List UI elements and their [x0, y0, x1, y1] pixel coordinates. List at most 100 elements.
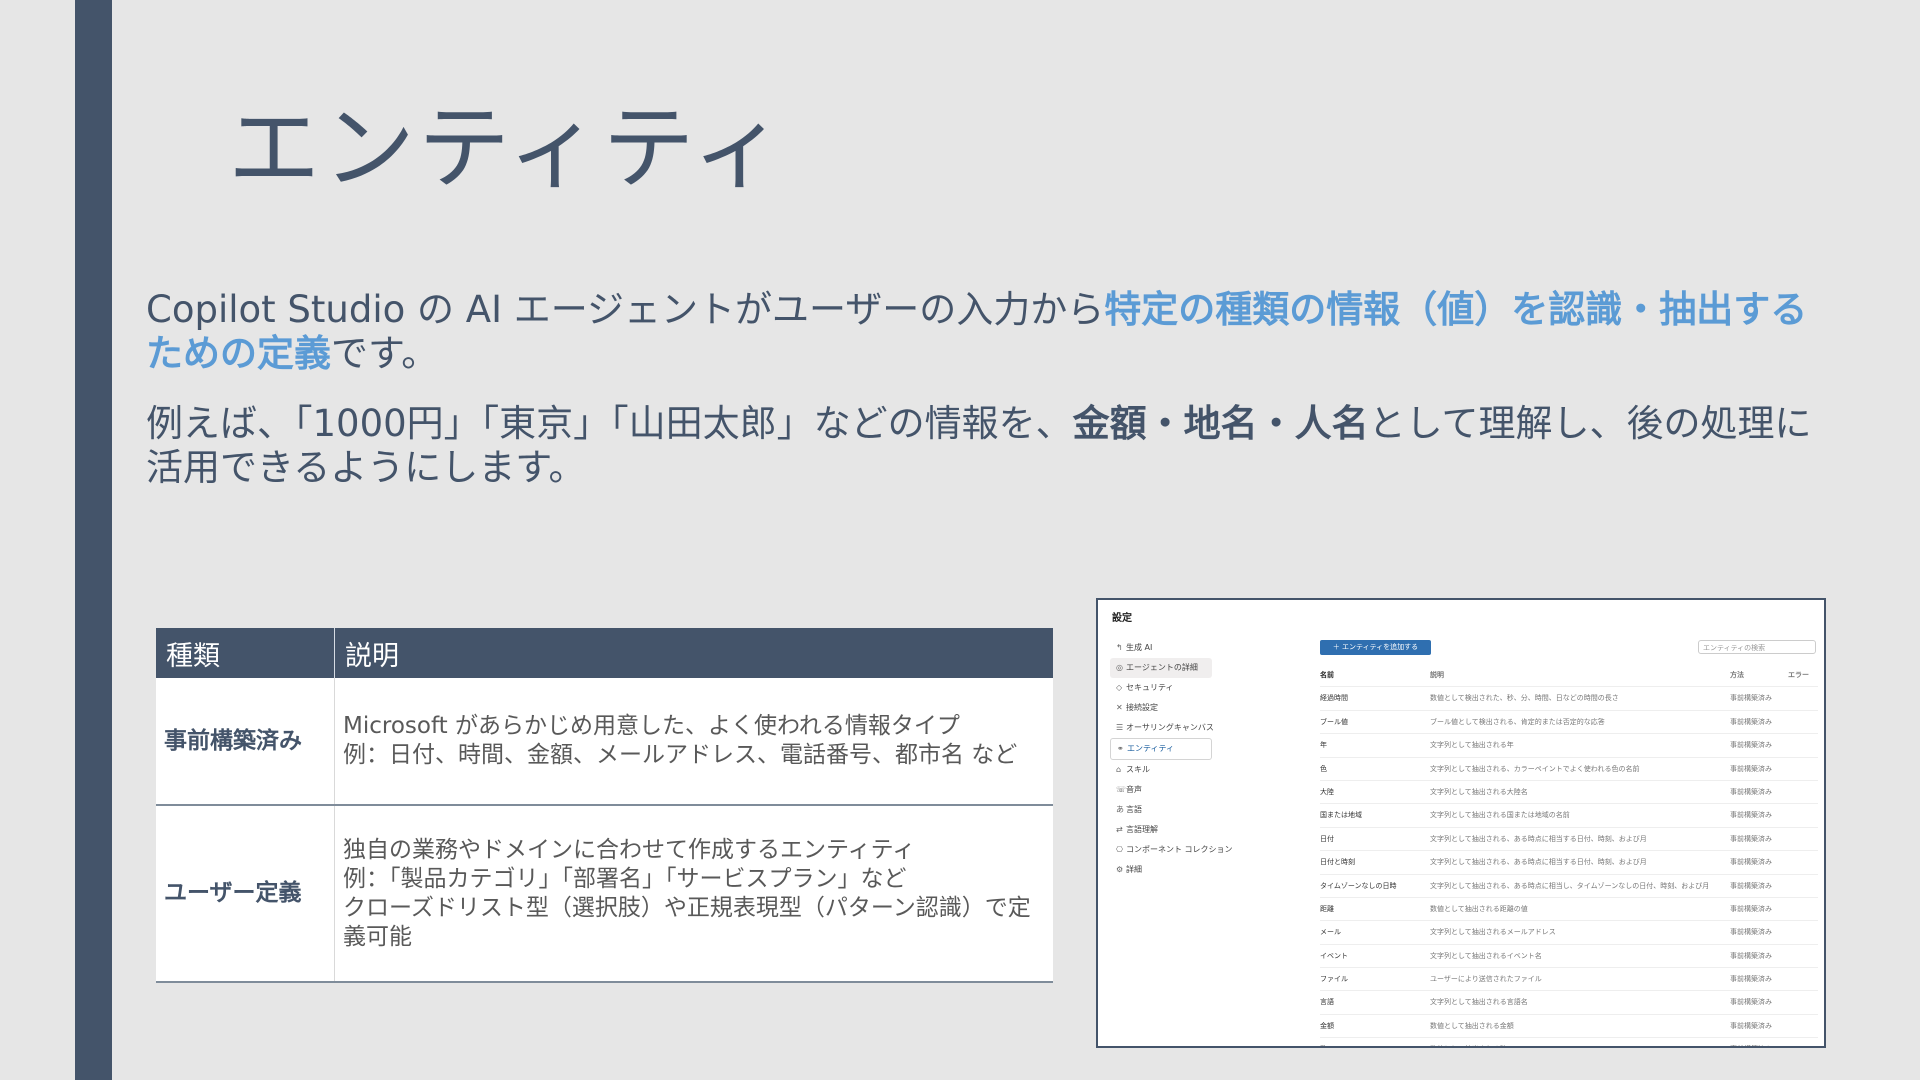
- nav-item[interactable]: ⌂ スキル: [1110, 760, 1212, 780]
- grid-cell: [1788, 898, 1818, 920]
- list-icon: ☰: [1116, 723, 1124, 732]
- grid-cell: 年: [1320, 741, 1327, 750]
- component-icon: ⎔: [1116, 845, 1123, 854]
- shield-icon: ◇: [1116, 683, 1123, 692]
- nav-item[interactable]: ⎔ コンポーネント コレクション: [1110, 840, 1233, 860]
- grid-cell: 文字列として抽出されるイベント名: [1430, 951, 1542, 960]
- grid-cell: 数: [1320, 1038, 1430, 1046]
- grid-header-row: 名前 説明 方法 エラー: [1320, 664, 1818, 688]
- table-header-row: 種類 説明: [156, 628, 1053, 678]
- translate-icon: ⇄: [1116, 825, 1123, 834]
- language-icon: あ: [1116, 805, 1124, 814]
- grid-cell: 大陸: [1320, 787, 1334, 796]
- nav-item[interactable]: ◎ エージェントの詳細: [1110, 658, 1212, 678]
- grid-cell: 事前構築済み: [1730, 858, 1772, 867]
- grid-cell: 文字列として抽出される、カラーペイントでよく使われる色の名前: [1430, 764, 1640, 773]
- grid-cell: [1788, 828, 1818, 850]
- nav-item[interactable]: ☰ オーサリングキャンバス: [1110, 718, 1214, 738]
- grid-row[interactable]: 日付と時刻 文字列として抽出される、ある時点に相当する日付、時刻、および月 事前構築…: [1320, 851, 1818, 875]
- row-description: 独自の業務やドメインに合わせて作成するエンティティ 例：「製品カテゴリ」「部署名…: [334, 805, 1053, 983]
- settings-nav: ↰ 生成 AI ◎ エージェントの詳細 ◇ セキュリティ ✕ 接続設定 ☰ オーサリングキャンバス…: [1110, 638, 1233, 880]
- grid-cell: 事前構築済み: [1730, 834, 1772, 843]
- grid-column-header: 説明: [1430, 671, 1444, 679]
- grid-cell: 事前構築済み: [1730, 1038, 1788, 1046]
- grid-cell: 事前構築済み: [1730, 975, 1772, 984]
- grid-cell: 事前構築済み: [1730, 928, 1772, 937]
- connection-icon: ✕: [1116, 703, 1123, 712]
- entity-types-table: 種類 説明 事前構築済み Microsoft があらかじめ用意した、よく使われる…: [156, 628, 1053, 983]
- grid-row[interactable]: 日付 文字列として抽出される、ある時点に相当する日付、時刻、および月 事前構築済み: [1320, 828, 1818, 852]
- nav-item-label: オーサリングキャンバス: [1126, 723, 1214, 732]
- grid-cell: 距離: [1320, 904, 1334, 913]
- grid-row[interactable]: 距離 数値として抽出される距離の値 事前構築済み: [1320, 898, 1818, 922]
- grid-cell: 数値として抽出される金額: [1430, 1021, 1514, 1030]
- grid-row[interactable]: 年 文字列として抽出される年 事前構築済み: [1320, 734, 1818, 758]
- grid-cell: 数値として抽出される数: [1430, 1038, 1730, 1046]
- grid-cell: 文字列として抽出される、ある時点に相当し、タイムゾーンなしの日付、時刻、および月: [1430, 881, 1710, 890]
- grid-cell: 事前構築済み: [1730, 694, 1772, 703]
- grid-cell: [1788, 687, 1818, 709]
- grid-row[interactable]: ファイル ユーザーにより送信されたファイル 事前構築済み: [1320, 968, 1818, 992]
- nav-item[interactable]: ⚭ エンティティ: [1110, 738, 1212, 760]
- grid-row[interactable]: 経過時間 数値として検出された、秒、分、時間、日などの時間の長さ 事前構築済み: [1320, 687, 1818, 711]
- entity-icon: ⚭: [1117, 744, 1124, 753]
- nav-item[interactable]: ⇄ 言語理解: [1110, 820, 1212, 840]
- grid-cell: 事前構築済み: [1730, 741, 1772, 750]
- grid-cell: 文字列として抽出される年: [1430, 741, 1514, 750]
- grid-row[interactable]: 色 文字列として抽出される、カラーペイントでよく使われる色の名前 事前構築済み: [1320, 758, 1818, 781]
- row-type-prebuilt: 事前構築済み: [156, 678, 335, 806]
- grid-row[interactable]: 言語 文字列として抽出される言語名 事前構築済み: [1320, 991, 1818, 1015]
- definition-paragraph: Copilot Studio の AI エージェントがユーザーの入力から特定の種…: [146, 288, 1826, 376]
- grid-row[interactable]: イベント 文字列として抽出されるイベント名 事前構築済み: [1320, 945, 1818, 969]
- grid-cell: 数値として抽出される距離の値: [1430, 904, 1528, 913]
- nav-item[interactable]: ⚙ 詳細: [1110, 860, 1212, 880]
- grid-cell: ブール値: [1320, 717, 1348, 726]
- grid-cell: [1788, 781, 1818, 803]
- grid-cell: [1788, 921, 1818, 943]
- description-line: クローズドリスト型（選択肢）や正規表現型（パターン認識）で定義可能: [343, 894, 1031, 950]
- grid-cell: ファイル: [1320, 975, 1348, 984]
- grid-cell: 文字列として抽出される国または地域の名前: [1430, 811, 1570, 820]
- nav-item[interactable]: ↰ 生成 AI: [1110, 638, 1212, 658]
- definition-suffix: です。: [331, 332, 439, 375]
- grid-cell: 色: [1320, 764, 1327, 773]
- nav-item-label: 生成 AI: [1126, 643, 1153, 652]
- grid-cell: 事前構築済み: [1730, 904, 1772, 913]
- row-type-custom: ユーザー定義: [156, 805, 335, 983]
- grid-row[interactable]: ブール値 ブール値として検出される、肯定的または否定的な応答 事前構築済み: [1320, 711, 1818, 735]
- grid-cell: 事前構築済み: [1730, 951, 1772, 960]
- nav-item[interactable]: ✕ 接続設定: [1110, 698, 1212, 718]
- grid-row[interactable]: 金額 数値として抽出される金額 事前構築済み: [1320, 1015, 1818, 1039]
- add-entity-button[interactable]: ＋ エンティティを追加する: [1320, 640, 1431, 655]
- entity-grid: 名前 説明 方法 エラー 経過時間 数値として検出された、秒、分、時間、日などの時間の長さ…: [1320, 664, 1818, 1046]
- grid-cell: 文字列として抽出される、ある時点に相当する日付、時刻、および月: [1430, 858, 1647, 867]
- grid-cell: 事前構築済み: [1730, 764, 1772, 773]
- grid-cell: 事前構築済み: [1730, 1021, 1772, 1030]
- grid-cell: [1788, 711, 1818, 733]
- nav-item-label: 音声: [1126, 785, 1142, 794]
- nav-item[interactable]: ☏音声: [1110, 780, 1212, 800]
- nav-item[interactable]: ◇ セキュリティ: [1110, 678, 1212, 698]
- grid-row[interactable]: 国または地域 文字列として抽出される国または地域の名前 事前構築済み: [1320, 804, 1818, 828]
- grid-cell: [1788, 875, 1818, 897]
- nav-item-label: エンティティ: [1127, 744, 1175, 753]
- grid-row[interactable]: メール 文字列として抽出されるメールアドレス 事前構築済み: [1320, 921, 1818, 945]
- grid-cell: 数値として検出された、秒、分、時間、日などの時間の長さ: [1430, 694, 1619, 703]
- settings-header: 設定: [1112, 613, 1132, 624]
- nav-item-label: セキュリティ: [1126, 683, 1174, 692]
- nav-item-label: 言語理解: [1126, 825, 1158, 834]
- grid-row[interactable]: 大陸 文字列として抽出される大陸名 事前構築済み: [1320, 781, 1818, 805]
- nav-item-label: 言語: [1126, 805, 1142, 814]
- grid-cell: タイムゾーンなしの日時: [1320, 881, 1397, 890]
- grid-cell: 日付: [1320, 834, 1334, 843]
- grid-row[interactable]: タイムゾーンなしの日時 文字列として抽出される、ある時点に相当し、タイムゾーンなし…: [1320, 875, 1818, 898]
- grid-cell: 事前構築済み: [1730, 787, 1772, 796]
- agent-icon: ◎: [1116, 663, 1123, 672]
- nav-item[interactable]: あ言語: [1110, 800, 1212, 820]
- entity-search-input[interactable]: エンティティの検索: [1698, 640, 1816, 654]
- grid-cell: 文字列として抽出される、ある時点に相当する日付、時刻、および月: [1430, 834, 1647, 843]
- skill-icon: ⌂: [1116, 765, 1122, 774]
- grid-row[interactable]: 数数値として抽出される数事前構築済み: [1320, 1038, 1818, 1046]
- row-description: Microsoft があらかじめ用意した、よく使われる情報タイプ 例：日付、時間…: [334, 678, 1053, 806]
- grid-cell: [1788, 758, 1818, 780]
